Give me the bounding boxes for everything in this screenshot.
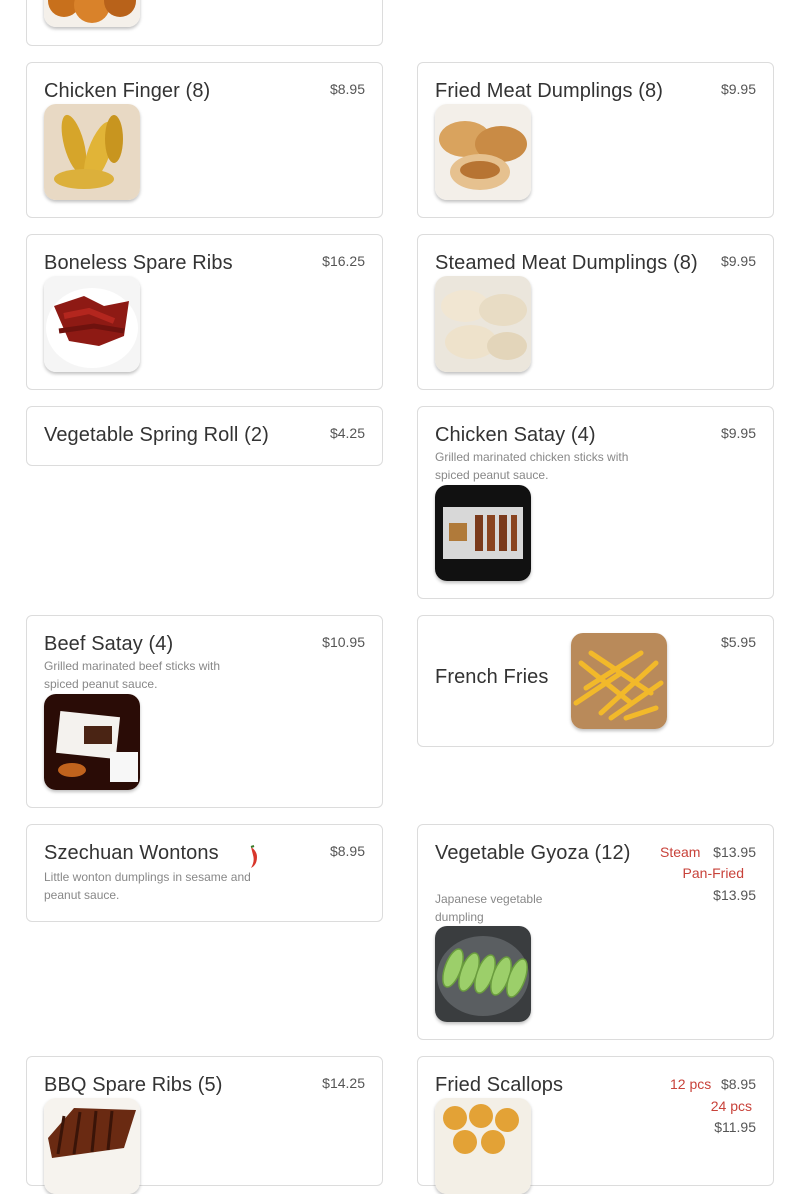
- menu-item-card[interactable]: Fried Scallops 12 pcs $8.95 24 pcs $11.9…: [417, 1056, 774, 1194]
- item-name: Chicken Finger (8): [44, 80, 211, 102]
- food-image: [435, 104, 531, 200]
- option-price: $8.95: [720, 1076, 756, 1092]
- item-name: Boneless Spare Ribs: [44, 252, 233, 274]
- food-image: [44, 276, 140, 372]
- item-price: $14.25: [322, 1075, 365, 1091]
- food-image: [435, 1098, 531, 1194]
- menu-item-card[interactable]: Fried Meat Dumplings (8) $9.95: [417, 62, 774, 218]
- chili-pepper-icon: [247, 845, 261, 869]
- menu-item-card[interactable]: Chicken Finger (8) $8.95: [26, 62, 383, 218]
- item-price: $8.95: [329, 81, 365, 97]
- food-image: [435, 926, 531, 1022]
- item-name: French Fries: [435, 666, 549, 688]
- item-name: Szechuan Wontons: [44, 842, 219, 864]
- item-name: Fried Scallops: [435, 1074, 564, 1096]
- item-price: $5.95: [720, 634, 756, 650]
- food-image: [44, 694, 140, 790]
- menu-item-card[interactable]: Vegetable Gyoza (12) Steam $13.95 Pan-Fr…: [417, 824, 774, 1040]
- food-image: [435, 485, 531, 581]
- item-price: $9.95: [720, 425, 756, 441]
- menu-item-card[interactable]: French Fries $5.95: [417, 615, 774, 747]
- option-label[interactable]: 24 pcs: [711, 1098, 752, 1114]
- menu-item-card[interactable]: Szechuan Wontons $8.95 Little wonton dum…: [26, 824, 383, 922]
- item-price: $9.95: [720, 81, 756, 97]
- food-image: [571, 633, 667, 729]
- item-price: $10.95: [322, 634, 365, 650]
- menu-item-card[interactable]: Beef Satay (4) $10.95 Grilled marinated …: [26, 615, 383, 808]
- item-price: $8.95: [329, 843, 365, 859]
- menu-item-card[interactable]: Chicken Satay (4) $9.95 Grilled marinate…: [417, 406, 774, 599]
- item-name: Vegetable Spring Roll (2): [44, 424, 269, 446]
- item-name: Beef Satay (4): [44, 633, 174, 655]
- menu-item-card[interactable]: BBQ Spare Ribs (5) $14.25: [26, 1056, 383, 1194]
- menu-item-card[interactable]: Steamed Meat Dumplings (8) $9.95: [417, 234, 774, 390]
- item-description: Grilled marinated beef sticks with spice…: [44, 659, 221, 691]
- item-name: BBQ Spare Ribs (5): [44, 1074, 223, 1096]
- option-price: $13.95: [713, 887, 756, 903]
- food-image: [44, 1098, 140, 1194]
- option-label[interactable]: Pan-Fried: [683, 865, 744, 881]
- option-price: $13.95: [713, 844, 756, 860]
- item-price: $4.25: [329, 425, 365, 441]
- menu-item-card-partial[interactable]: [26, 0, 383, 46]
- food-image: [44, 104, 140, 200]
- option-label[interactable]: Steam: [660, 844, 700, 860]
- item-description: Little wonton dumplings in sesame and pe…: [44, 870, 251, 902]
- item-description: Grilled marinated chicken sticks with sp…: [435, 450, 629, 482]
- item-name: Fried Meat Dumplings (8): [435, 80, 664, 102]
- option-label[interactable]: 12 pcs: [670, 1076, 711, 1092]
- item-price: $16.25: [322, 253, 365, 269]
- item-name: Vegetable Gyoza (12): [435, 842, 631, 864]
- menu-item-card[interactable]: Vegetable Spring Roll (2) $4.25: [26, 406, 383, 466]
- menu-item-card[interactable]: Boneless Spare Ribs $16.25: [26, 234, 383, 390]
- item-price: $9.95: [720, 253, 756, 269]
- item-name: Steamed Meat Dumplings (8): [435, 252, 698, 274]
- item-description: Japanese vegetable dumpling: [435, 892, 543, 924]
- food-image: [44, 0, 140, 27]
- option-price: $11.95: [714, 1119, 756, 1135]
- food-image: [435, 276, 531, 372]
- item-name: Chicken Satay (4): [435, 424, 596, 446]
